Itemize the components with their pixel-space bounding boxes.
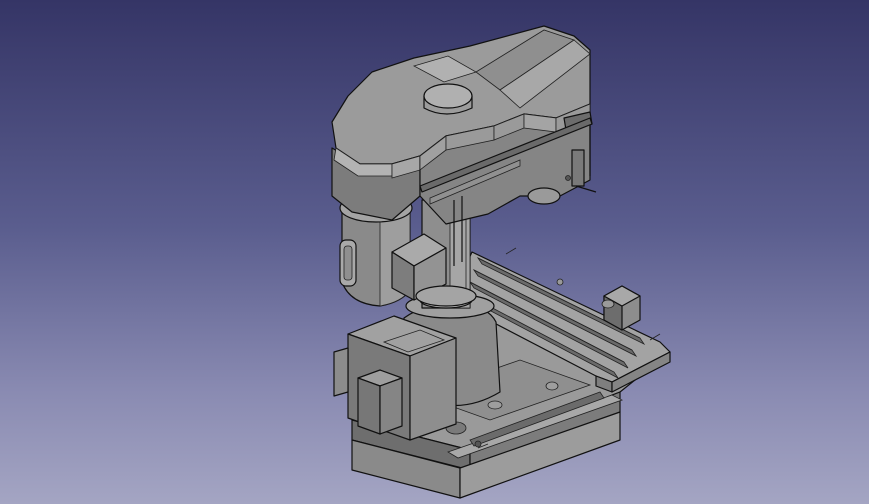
head-cap[interactable] xyxy=(423,83,473,115)
milling-machine-model[interactable] xyxy=(0,0,869,504)
column-collar xyxy=(415,285,477,307)
3d-viewport[interactable] xyxy=(0,0,869,504)
